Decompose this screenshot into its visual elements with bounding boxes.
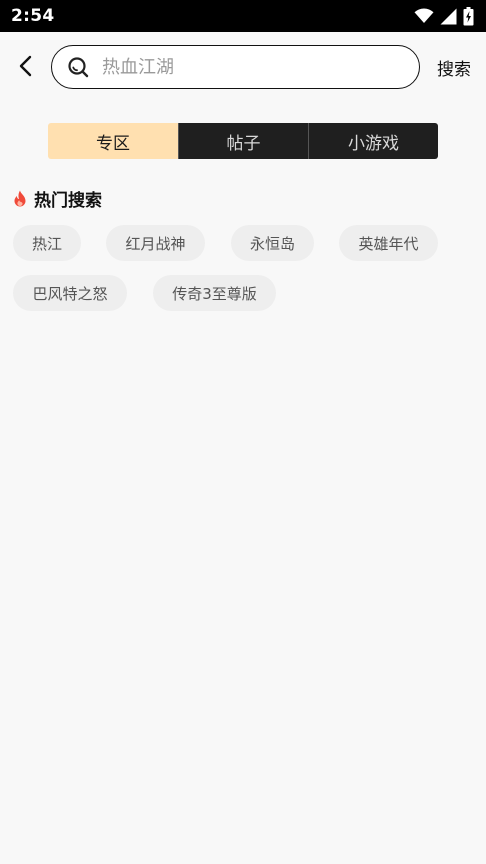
hot-search-chip[interactable]: 热江: [13, 225, 81, 261]
search-box[interactable]: [51, 45, 420, 89]
wifi-icon: [414, 8, 434, 24]
search-header: 搜索: [0, 32, 486, 102]
search-input[interactable]: [102, 52, 392, 82]
hot-search-chip[interactable]: 永恒岛: [231, 225, 314, 261]
battery-charging-icon: [463, 6, 474, 26]
hot-search-chip[interactable]: 英雄年代: [339, 225, 438, 261]
category-tabs: 专区 帖子 小游戏: [48, 123, 438, 159]
hot-search-heading: 热门搜索: [13, 186, 102, 211]
tab-mini-games[interactable]: 小游戏: [308, 123, 438, 159]
status-bar: 2:54: [0, 0, 486, 32]
tab-posts[interactable]: 帖子: [178, 123, 308, 159]
back-button[interactable]: [12, 54, 40, 82]
tab-zone[interactable]: 专区: [48, 123, 178, 159]
search-icon: [66, 55, 90, 79]
hot-search-chip[interactable]: 传奇3至尊版: [153, 275, 276, 311]
fire-icon: [13, 189, 29, 207]
hot-search-chip[interactable]: 红月战神: [106, 225, 205, 261]
signal-icon: [440, 8, 457, 25]
hot-search-chip[interactable]: 巴风特之怒: [13, 275, 127, 311]
chevron-left-icon: [18, 55, 34, 81]
hot-search-title: 热门搜索: [34, 190, 102, 211]
search-button[interactable]: 搜索: [437, 55, 471, 80]
status-time: 2:54: [11, 6, 55, 26]
status-icons: [414, 6, 474, 26]
